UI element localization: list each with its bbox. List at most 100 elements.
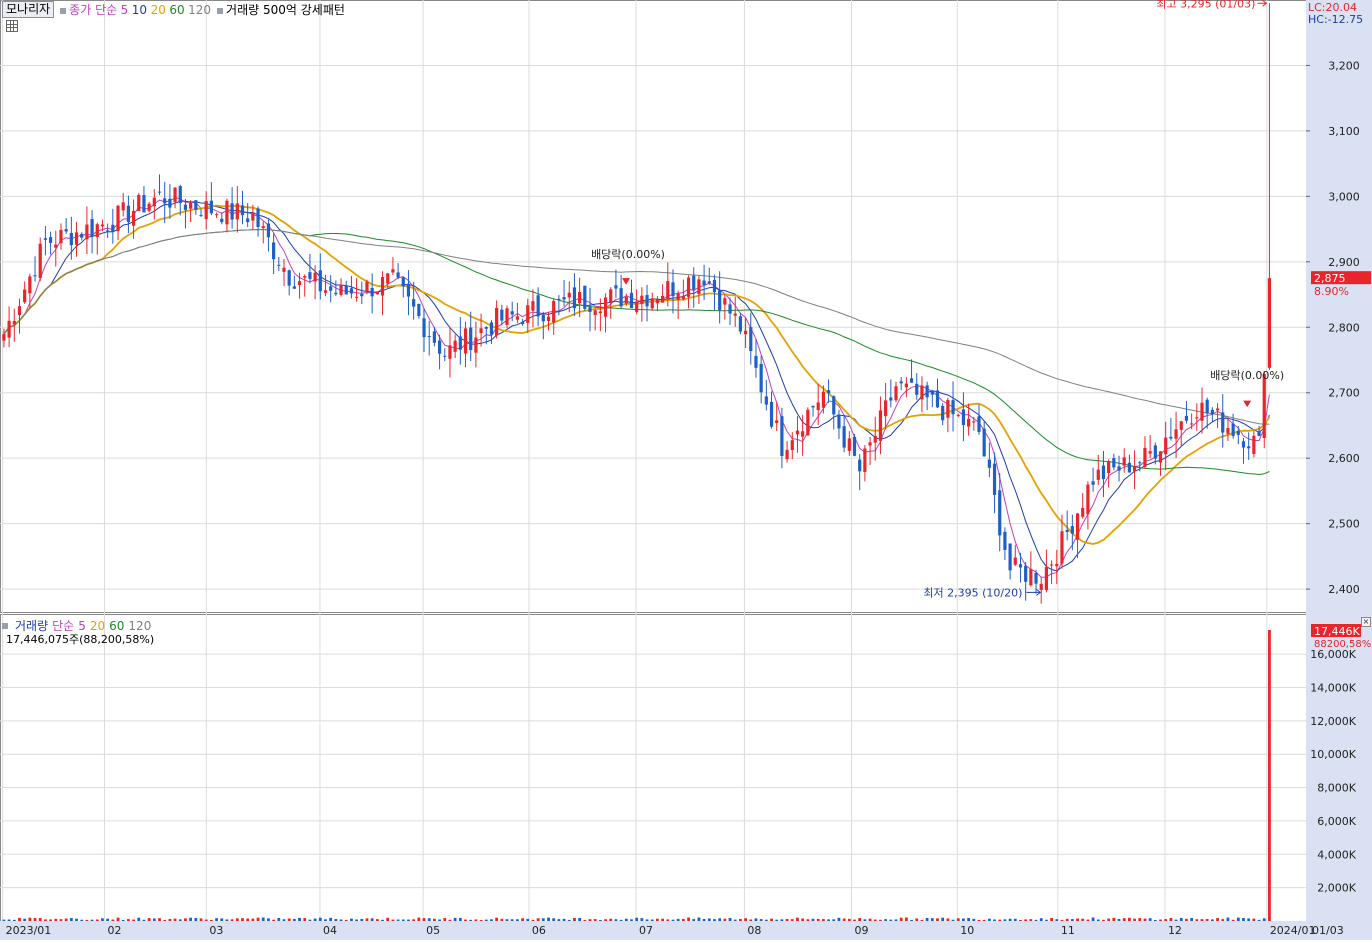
- candle-body: [1215, 408, 1220, 411]
- candle-body: [536, 295, 540, 317]
- candle-body: [1096, 469, 1100, 480]
- volume-bar: [894, 919, 898, 921]
- y-tick-label: 2,700: [1328, 387, 1360, 400]
- volume-bar: [95, 919, 99, 921]
- candle-body: [292, 286, 296, 289]
- candle-body: [318, 270, 322, 292]
- low-price-label: 최저 2,395 (10/20): [923, 586, 1022, 599]
- candle-body: [640, 295, 644, 305]
- candle-body: [152, 197, 156, 207]
- volume-bar: [515, 919, 519, 921]
- volume-bar: [75, 918, 78, 921]
- volume-bar: [759, 919, 763, 921]
- volume-bar: [282, 919, 286, 921]
- candle-body: [515, 316, 519, 320]
- candle-body: [992, 463, 997, 495]
- candle-body: [54, 244, 58, 248]
- volume-bar: [884, 919, 888, 921]
- candle-body: [1252, 435, 1256, 454]
- volume-bar: [645, 919, 649, 921]
- candle-body: [1153, 445, 1157, 459]
- candle-body: [308, 272, 312, 279]
- volume-bar: [1185, 918, 1188, 921]
- legend-square-icon: [217, 7, 224, 14]
- volume-bar: [692, 919, 696, 921]
- volume-pattern-legend[interactable]: 거래량 500억 강세패턴: [217, 1, 345, 18]
- volume-bar: [28, 917, 32, 921]
- candle-body: [925, 385, 929, 398]
- volume-bar: [1169, 918, 1173, 921]
- candle-body: [489, 322, 494, 335]
- volume-bar: [38, 917, 42, 921]
- volume-bar: [396, 919, 400, 921]
- candle-body: [790, 440, 794, 450]
- volume-bar: [624, 918, 628, 921]
- volume-bar: [1112, 917, 1116, 921]
- candle-body: [1179, 421, 1183, 430]
- volume-bar: [1081, 918, 1085, 921]
- volume-bar: [215, 918, 218, 921]
- volume-bar: [650, 919, 654, 921]
- volume-bar: [137, 917, 141, 921]
- volume-bar: [370, 918, 374, 921]
- chart-canvas: 2023/01 02 03 04 05 06 07 08 09 10 11 12 2024/0101/0…: [0, 0, 1372, 940]
- volume-bar: [536, 918, 540, 921]
- volume-bar: [407, 919, 410, 921]
- candle-body: [723, 298, 727, 305]
- candle-body: [795, 430, 800, 435]
- candle-body: [909, 378, 914, 383]
- candle-body: [977, 416, 981, 432]
- candle-body: [458, 336, 462, 350]
- candle-body: [1039, 583, 1043, 590]
- candle-body: [505, 308, 509, 325]
- candle-body: [163, 198, 167, 204]
- candle-body: [593, 310, 597, 315]
- candle-body: [173, 187, 177, 203]
- volume-bar: [728, 917, 732, 921]
- candle-body: [240, 205, 245, 216]
- volume-bar: [1060, 919, 1064, 921]
- candle-body: [904, 383, 908, 388]
- chart-legend-bar: 모나리자 종가 단순 5 10 20 60 120 거래량 500억 강세패턴: [0, 0, 345, 18]
- candle-body: [982, 428, 986, 457]
- candle-body: [1070, 526, 1074, 534]
- volume-bar: [329, 917, 333, 921]
- candle-body: [873, 435, 877, 443]
- candle-body: [1132, 466, 1137, 472]
- volume-bar: [241, 918, 244, 921]
- volume-bar: [298, 917, 301, 921]
- volume-bar: [930, 918, 934, 921]
- volume-tick-label: 12,000K: [1310, 715, 1356, 728]
- candle-body: [1257, 431, 1261, 436]
- candle-body: [1018, 564, 1023, 568]
- candle-body: [417, 303, 421, 317]
- candle-body: [474, 337, 478, 353]
- volume-bar: [780, 919, 784, 921]
- x-tick-label: 05: [426, 924, 440, 937]
- candle-body: [894, 386, 898, 401]
- candle-body: [764, 396, 768, 405]
- volume-bar: [671, 919, 675, 921]
- candle-body: [889, 397, 893, 401]
- candle-body: [90, 219, 94, 237]
- volume-bar: [510, 919, 514, 921]
- volume-bar: [142, 919, 146, 921]
- candle-body: [360, 293, 364, 297]
- volume-bar: [443, 918, 447, 921]
- close-icon[interactable]: ×: [1361, 617, 1371, 627]
- candle-body: [546, 316, 551, 321]
- candle-body: [365, 281, 369, 292]
- stock-chart: 2023/01 02 03 04 05 06 07 08 09 10 11 12 2024/01 01/0…: [0, 0, 1372, 940]
- volume-bar: [526, 918, 530, 921]
- volume-tick-label: 10,000K: [1310, 748, 1356, 761]
- candle-body: [23, 289, 27, 303]
- grid-toggle-icon[interactable]: [6, 20, 18, 32]
- stock-name-box[interactable]: 모나리자: [2, 0, 55, 18]
- volume-bar: [1153, 919, 1157, 921]
- volume-bar: [479, 919, 483, 921]
- candle-body: [266, 223, 271, 238]
- candle-body: [956, 414, 960, 416]
- price-legend[interactable]: 종가 단순 5 10 20 60 120: [60, 1, 211, 18]
- volume-bar: [199, 918, 203, 921]
- candle-body: [469, 327, 473, 350]
